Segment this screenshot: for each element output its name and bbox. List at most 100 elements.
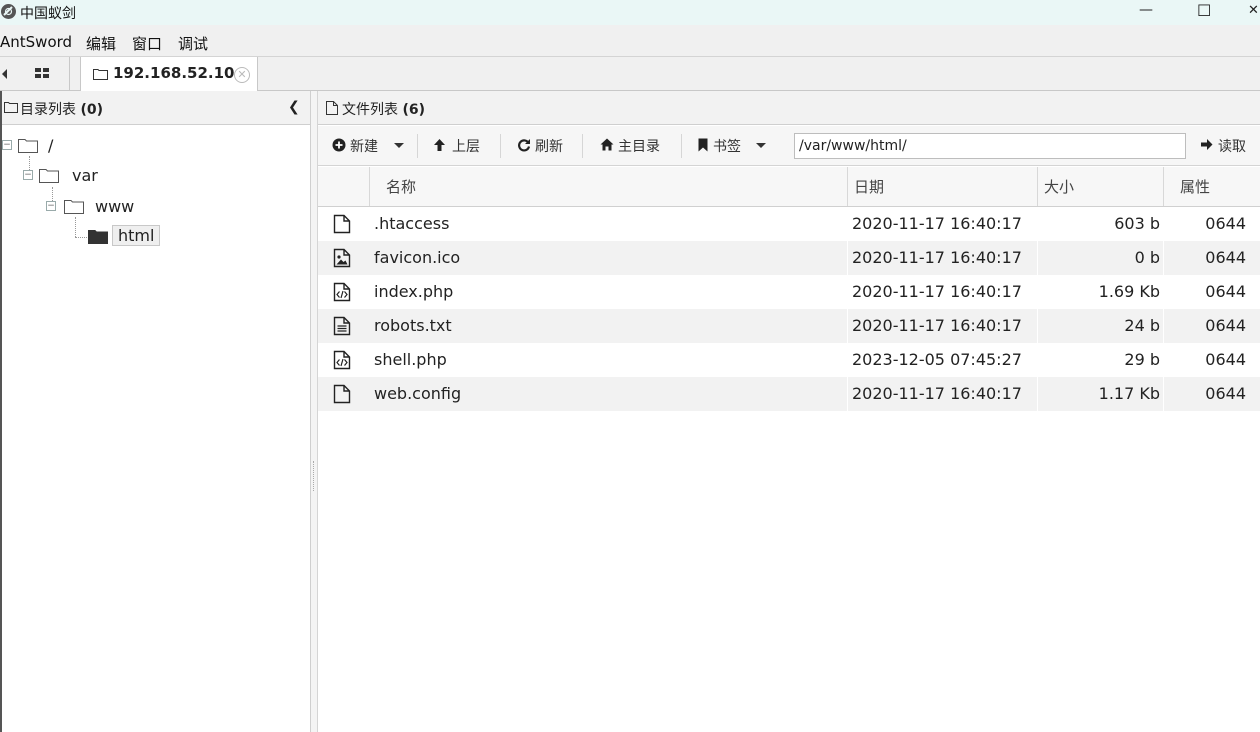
close-window-button[interactable]: ✕ <box>1240 0 1260 25</box>
table-row[interactable]: favicon.ico 2020-11-17 16:40:17 0 b 0644 <box>318 241 1260 275</box>
file-icon <box>333 214 351 238</box>
file-date: 2023-12-05 07:45:27 <box>852 350 1022 369</box>
column-header-name[interactable]: 名称 <box>369 167 847 206</box>
column-divider <box>1037 241 1038 275</box>
parent-dir-button[interactable]: 上层 <box>433 126 493 165</box>
chevron-down-icon <box>394 143 404 148</box>
file-panel-title: 文件列表 (6) <box>342 99 425 119</box>
file-panel-header: 文件列表 (6) <box>318 91 1260 125</box>
table-row[interactable]: robots.txt 2020-11-17 16:40:17 24 b 0644 <box>318 309 1260 343</box>
file-date: 2020-11-17 16:40:17 <box>852 384 1022 403</box>
minimize-button[interactable]: — <box>1127 0 1167 25</box>
new-button-label: 新建 <box>350 139 378 155</box>
collapse-toggle-icon[interactable]: − <box>23 170 33 180</box>
maximize-button[interactable]: ☐ <box>1185 0 1225 25</box>
file-name: index.php <box>374 282 454 301</box>
folder-outline-icon <box>93 69 108 80</box>
tab-host-label: 192.168.52.10 <box>113 64 235 82</box>
home-dir-label: 主目录 <box>618 139 660 155</box>
refresh-button[interactable]: 刷新 <box>517 126 577 165</box>
folder-filled-icon <box>88 230 108 244</box>
collapse-panel-icon[interactable]: ❮ <box>288 99 300 115</box>
column-divider <box>1037 377 1038 411</box>
column-divider <box>847 241 848 275</box>
new-button[interactable]: 新建 <box>332 126 412 165</box>
bookmark-icon <box>698 138 708 152</box>
tree-node-root[interactable]: − / <box>2 134 302 158</box>
home-icon <box>600 138 614 151</box>
column-divider <box>1163 309 1164 343</box>
file-perm: 0644 <box>1205 384 1246 403</box>
text-file-icon <box>333 316 351 340</box>
read-path-button[interactable]: 读取 <box>1200 126 1260 165</box>
code-file-icon <box>333 350 351 374</box>
window-title: 中国蚁剑 <box>20 6 76 22</box>
file-date: 2020-11-17 16:40:17 <box>852 248 1022 267</box>
file-perm: 0644 <box>1205 214 1246 233</box>
column-divider <box>1163 241 1164 275</box>
file-perm: 0644 <box>1205 316 1246 335</box>
file-table-header: 名称 日期 大小 属性 <box>318 167 1260 207</box>
tab-home[interactable] <box>14 57 70 90</box>
tree-label-root: / <box>48 136 54 155</box>
tab-host[interactable]: 192.168.52.10 ✕ <box>80 57 258 91</box>
file-perm: 0644 <box>1205 282 1246 301</box>
file-icon <box>333 384 351 408</box>
maximize-icon: ☐ <box>1197 1 1212 20</box>
menu-debug[interactable]: 调试 <box>178 33 208 54</box>
file-size: 0 b <box>1134 248 1160 267</box>
file-size: 1.17 Kb <box>1098 384 1160 403</box>
refresh-label: 刷新 <box>535 139 563 155</box>
image-file-icon <box>333 248 351 272</box>
table-row[interactable]: shell.php 2023-12-05 07:45:27 29 b 0644 <box>318 343 1260 377</box>
column-header-icon <box>318 167 369 206</box>
bookmark-label: 书签 <box>713 139 741 155</box>
file-date: 2020-11-17 16:40:17 <box>852 214 1022 233</box>
tab-close-icon[interactable]: ✕ <box>234 67 250 83</box>
directory-count: (0) <box>80 102 103 118</box>
collapse-toggle-icon[interactable]: − <box>46 201 56 211</box>
file-perm: 0644 <box>1205 350 1246 369</box>
file-name: shell.php <box>374 350 447 369</box>
tree-node-var[interactable]: − var <box>23 164 283 188</box>
column-divider <box>847 309 848 343</box>
tree-node-html[interactable]: html <box>88 225 288 249</box>
column-header-perm[interactable]: 属性 <box>1163 167 1260 206</box>
file-name: favicon.ico <box>374 248 461 267</box>
tree-line <box>75 217 76 237</box>
tree-label-html: html <box>112 225 161 246</box>
tree-label-var: var <box>72 166 98 185</box>
menu-edit[interactable]: 编辑 <box>86 33 116 54</box>
table-row[interactable]: .htaccess 2020-11-17 16:40:17 603 b 0644 <box>318 207 1260 241</box>
grid-icon <box>35 68 49 78</box>
menu-antsword[interactable]: AntSword <box>0 33 72 51</box>
file-count: (6) <box>402 102 425 118</box>
file-size: 603 b <box>1114 214 1160 233</box>
panel-splitter[interactable] <box>311 91 318 732</box>
arrow-up-icon <box>434 139 445 151</box>
collapse-toggle-icon[interactable]: − <box>2 140 12 150</box>
directory-title-text: 目录列表 <box>20 102 76 118</box>
file-outline-icon <box>326 101 338 115</box>
file-size: 24 b <box>1124 316 1160 335</box>
file-toolbar: 新建 上层 刷新 主目录 书签 /var/www/html/ 读取 <box>318 126 1260 166</box>
path-input[interactable] <box>794 133 1186 159</box>
tab-scroll-left-icon[interactable] <box>2 69 7 79</box>
column-header-size[interactable]: 大小 <box>1037 167 1163 206</box>
bookmark-button[interactable]: 书签 <box>698 126 778 165</box>
column-divider <box>1163 377 1164 411</box>
file-title-text: 文件列表 <box>342 102 398 118</box>
menu-window[interactable]: 窗口 <box>132 33 162 54</box>
antsword-logo-icon <box>1 4 16 19</box>
folder-outline-icon <box>64 200 84 214</box>
table-row[interactable]: web.config 2020-11-17 16:40:17 1.17 Kb 0… <box>318 377 1260 411</box>
toolbar-divider <box>681 134 682 158</box>
file-size: 1.69 Kb <box>1098 282 1160 301</box>
file-name: robots.txt <box>374 316 452 335</box>
column-header-date[interactable]: 日期 <box>847 167 1037 206</box>
folder-outline-icon <box>4 102 18 113</box>
table-row[interactable]: index.php 2020-11-17 16:40:17 1.69 Kb 06… <box>318 275 1260 309</box>
home-dir-button[interactable]: 主目录 <box>600 126 680 165</box>
folder-outline-icon <box>39 169 59 183</box>
tree-node-www[interactable]: − www <box>46 195 286 219</box>
